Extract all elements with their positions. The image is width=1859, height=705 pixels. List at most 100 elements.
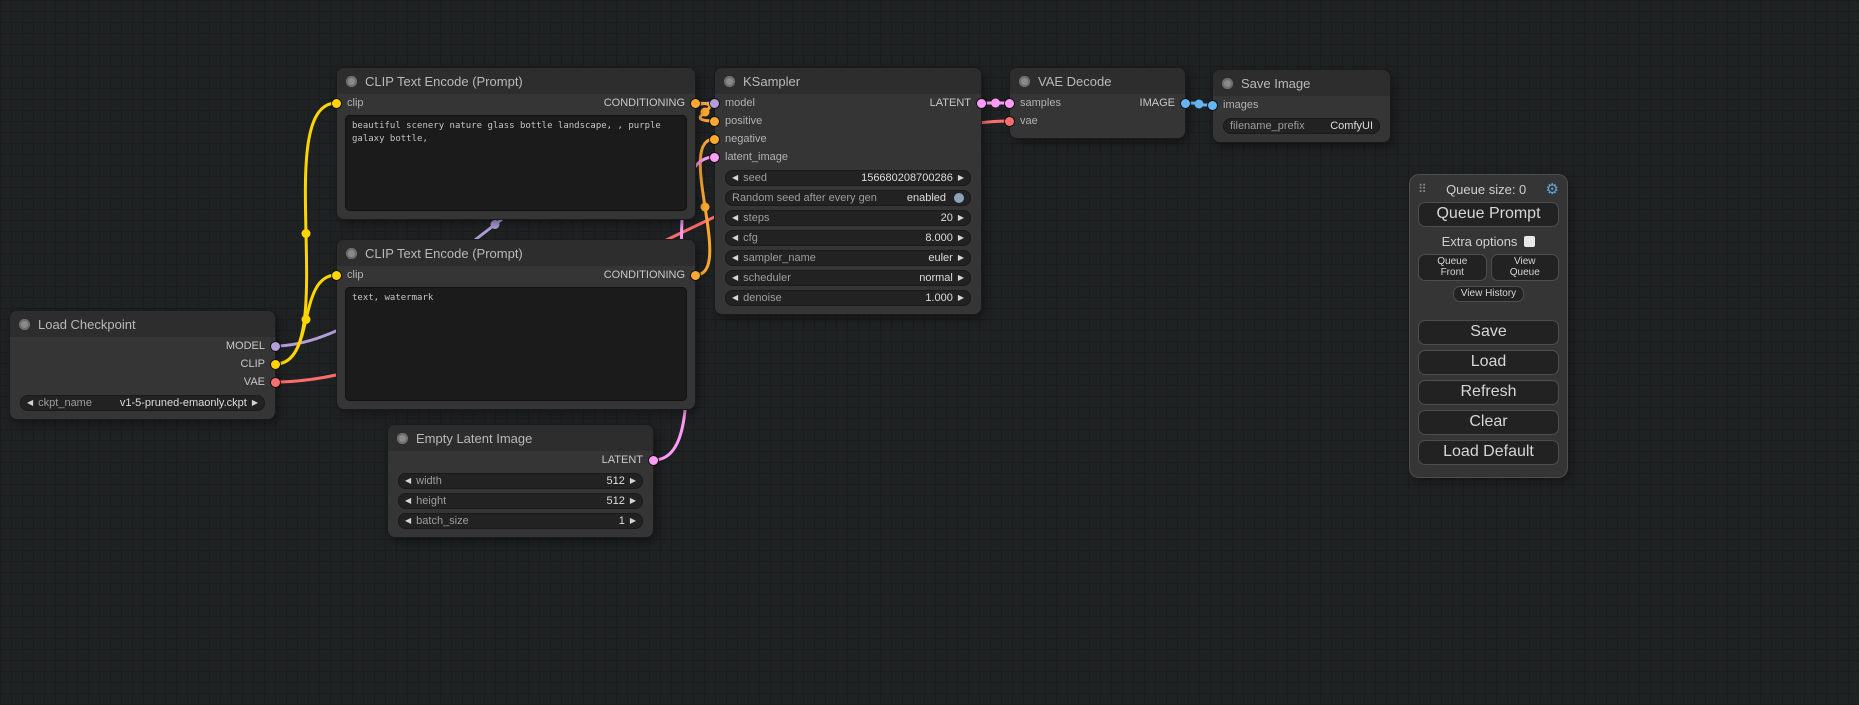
output-dot-CLIP[interactable] — [271, 360, 280, 369]
output-dot-LATENT[interactable] — [649, 456, 658, 465]
output-slot-LATENT: LATENT — [930, 97, 986, 109]
input-dot-model[interactable] — [710, 99, 719, 108]
node-empty-latent[interactable]: Empty Latent ImageLATENT◀width512▶◀heigh… — [388, 425, 653, 537]
spacer — [1418, 307, 1559, 315]
scheduler-widget[interactable]: ◀schedulernormal▶ — [725, 270, 971, 286]
input-dot-clip[interactable] — [332, 99, 341, 108]
drag-handle-icon[interactable]: ⠿ — [1418, 182, 1427, 196]
increment-arrow-icon[interactable]: ▶ — [958, 274, 964, 282]
collapse-toggle-icon[interactable] — [346, 76, 357, 87]
node-load-checkpoint[interactable]: Load CheckpointMODELCLIPVAE◀ckpt_namev1-… — [10, 311, 275, 419]
node-title-text: Load Checkpoint — [38, 317, 136, 332]
filename-prefix-widget[interactable]: filename_prefixComfyUI — [1223, 118, 1380, 134]
node-save-image[interactable]: Save Image images filename_prefixComfyUI — [1213, 70, 1390, 142]
toggle-dot-icon[interactable] — [954, 193, 964, 203]
collapse-toggle-icon[interactable] — [397, 433, 408, 444]
extra-options-checkbox[interactable] — [1524, 236, 1535, 247]
prompt-text-input[interactable]: text, watermark — [345, 287, 687, 401]
save-button[interactable]: Save — [1418, 320, 1559, 345]
slot-row: negative — [715, 130, 981, 148]
random-seed-after-every-gen-widget[interactable]: Random seed after every genenabled — [725, 190, 971, 206]
load-button[interactable]: Load — [1418, 350, 1559, 375]
decrement-arrow-icon[interactable]: ◀ — [732, 294, 738, 302]
batch-size-widget[interactable]: ◀batch_size1▶ — [398, 513, 643, 529]
queue-prompt-button[interactable]: Queue Prompt — [1418, 202, 1559, 227]
output-dot-CONDITIONING[interactable] — [691, 99, 700, 108]
sampler-name-widget[interactable]: ◀sampler_nameeuler▶ — [725, 250, 971, 266]
slot-row: clipCONDITIONING — [337, 94, 695, 112]
widget-value: 8.000 — [925, 232, 953, 244]
node-title-bar[interactable]: CLIP Text Encode (Prompt) — [337, 240, 695, 266]
load-default-button[interactable]: Load Default — [1418, 440, 1559, 465]
cfg-widget[interactable]: ◀cfg8.000▶ — [725, 230, 971, 246]
output-dot-VAE[interactable] — [271, 378, 280, 387]
input-slot-clip: clip — [332, 97, 364, 109]
node-ksampler[interactable]: KSamplermodelLATENTpositivenegativelaten… — [715, 68, 981, 314]
seed-widget[interactable]: ◀seed156680208700286▶ — [725, 170, 971, 186]
decrement-arrow-icon[interactable]: ◀ — [405, 477, 411, 485]
increment-arrow-icon[interactable]: ▶ — [252, 399, 258, 407]
view-queue-button[interactable]: View Queue — [1491, 254, 1560, 281]
increment-arrow-icon[interactable]: ▶ — [630, 517, 636, 525]
view-history-button[interactable]: View History — [1453, 286, 1524, 302]
settings-gear-icon[interactable]: ⚙ — [1546, 182, 1559, 197]
input-dot-clip[interactable] — [332, 271, 341, 280]
node-title-bar[interactable]: Save Image — [1213, 70, 1390, 96]
decrement-arrow-icon[interactable]: ◀ — [732, 254, 738, 262]
node-vae-decode[interactable]: VAE DecodesamplesIMAGEvae — [1010, 68, 1185, 138]
input-dot-latent_image[interactable] — [710, 153, 719, 162]
collapse-toggle-icon[interactable] — [724, 76, 735, 87]
decrement-arrow-icon[interactable]: ◀ — [405, 517, 411, 525]
output-dot-CONDITIONING[interactable] — [691, 271, 700, 280]
clear-button[interactable]: Clear — [1418, 410, 1559, 435]
collapse-toggle-icon[interactable] — [19, 319, 30, 330]
input-dot-positive[interactable] — [710, 117, 719, 126]
increment-arrow-icon[interactable]: ▶ — [630, 497, 636, 505]
input-slot-positive: positive — [710, 115, 762, 127]
node-title-bar[interactable]: KSampler — [715, 68, 981, 94]
input-dot-images[interactable] — [1208, 101, 1217, 110]
input-dot-samples[interactable] — [1005, 99, 1014, 108]
decrement-arrow-icon[interactable]: ◀ — [27, 399, 33, 407]
refresh-button[interactable]: Refresh — [1418, 380, 1559, 405]
node-title-bar[interactable]: Empty Latent Image — [388, 425, 653, 451]
increment-arrow-icon[interactable]: ▶ — [958, 294, 964, 302]
node-title-bar[interactable]: Load Checkpoint — [10, 311, 275, 337]
height-widget[interactable]: ◀height512▶ — [398, 493, 643, 509]
input-slot-label: images — [1223, 99, 1258, 111]
increment-arrow-icon[interactable]: ▶ — [630, 477, 636, 485]
collapse-toggle-icon[interactable] — [1019, 76, 1030, 87]
decrement-arrow-icon[interactable]: ◀ — [732, 174, 738, 182]
output-dot-LATENT[interactable] — [977, 99, 986, 108]
graph-canvas[interactable]: Load CheckpointMODELCLIPVAE◀ckpt_namev1-… — [0, 0, 1859, 705]
width-widget[interactable]: ◀width512▶ — [398, 473, 643, 489]
view-history-row: View History — [1418, 286, 1559, 302]
output-dot-MODEL[interactable] — [271, 342, 280, 351]
output-slot-label: IMAGE — [1140, 97, 1175, 109]
decrement-arrow-icon[interactable]: ◀ — [732, 214, 738, 222]
collapse-toggle-icon[interactable] — [1222, 78, 1233, 89]
widget-value: 156680208700286 — [861, 172, 953, 184]
increment-arrow-icon[interactable]: ▶ — [958, 234, 964, 242]
output-slot-CONDITIONING: CONDITIONING — [604, 97, 700, 109]
widget-label: steps — [743, 212, 769, 224]
decrement-arrow-icon[interactable]: ◀ — [405, 497, 411, 505]
ckpt-name-widget[interactable]: ◀ckpt_namev1-5-pruned-emaonly.ckpt▶ — [20, 395, 265, 411]
collapse-toggle-icon[interactable] — [346, 248, 357, 259]
output-dot-IMAGE[interactable] — [1181, 99, 1190, 108]
increment-arrow-icon[interactable]: ▶ — [958, 214, 964, 222]
node-clip-positive[interactable]: CLIP Text Encode (Prompt)clipCONDITIONIN… — [337, 68, 695, 219]
node-title-bar[interactable]: CLIP Text Encode (Prompt) — [337, 68, 695, 94]
input-dot-negative[interactable] — [710, 135, 719, 144]
input-dot-vae[interactable] — [1005, 117, 1014, 126]
steps-widget[interactable]: ◀steps20▶ — [725, 210, 971, 226]
node-clip-negative[interactable]: CLIP Text Encode (Prompt)clipCONDITIONIN… — [337, 240, 695, 409]
node-title-bar[interactable]: VAE Decode — [1010, 68, 1185, 94]
denoise-widget[interactable]: ◀denoise1.000▶ — [725, 290, 971, 306]
increment-arrow-icon[interactable]: ▶ — [958, 174, 964, 182]
decrement-arrow-icon[interactable]: ◀ — [732, 274, 738, 282]
prompt-text-input[interactable]: beautiful scenery nature glass bottle la… — [345, 115, 687, 211]
increment-arrow-icon[interactable]: ▶ — [958, 254, 964, 262]
decrement-arrow-icon[interactable]: ◀ — [732, 234, 738, 242]
queue-front-button[interactable]: Queue Front — [1418, 254, 1487, 281]
